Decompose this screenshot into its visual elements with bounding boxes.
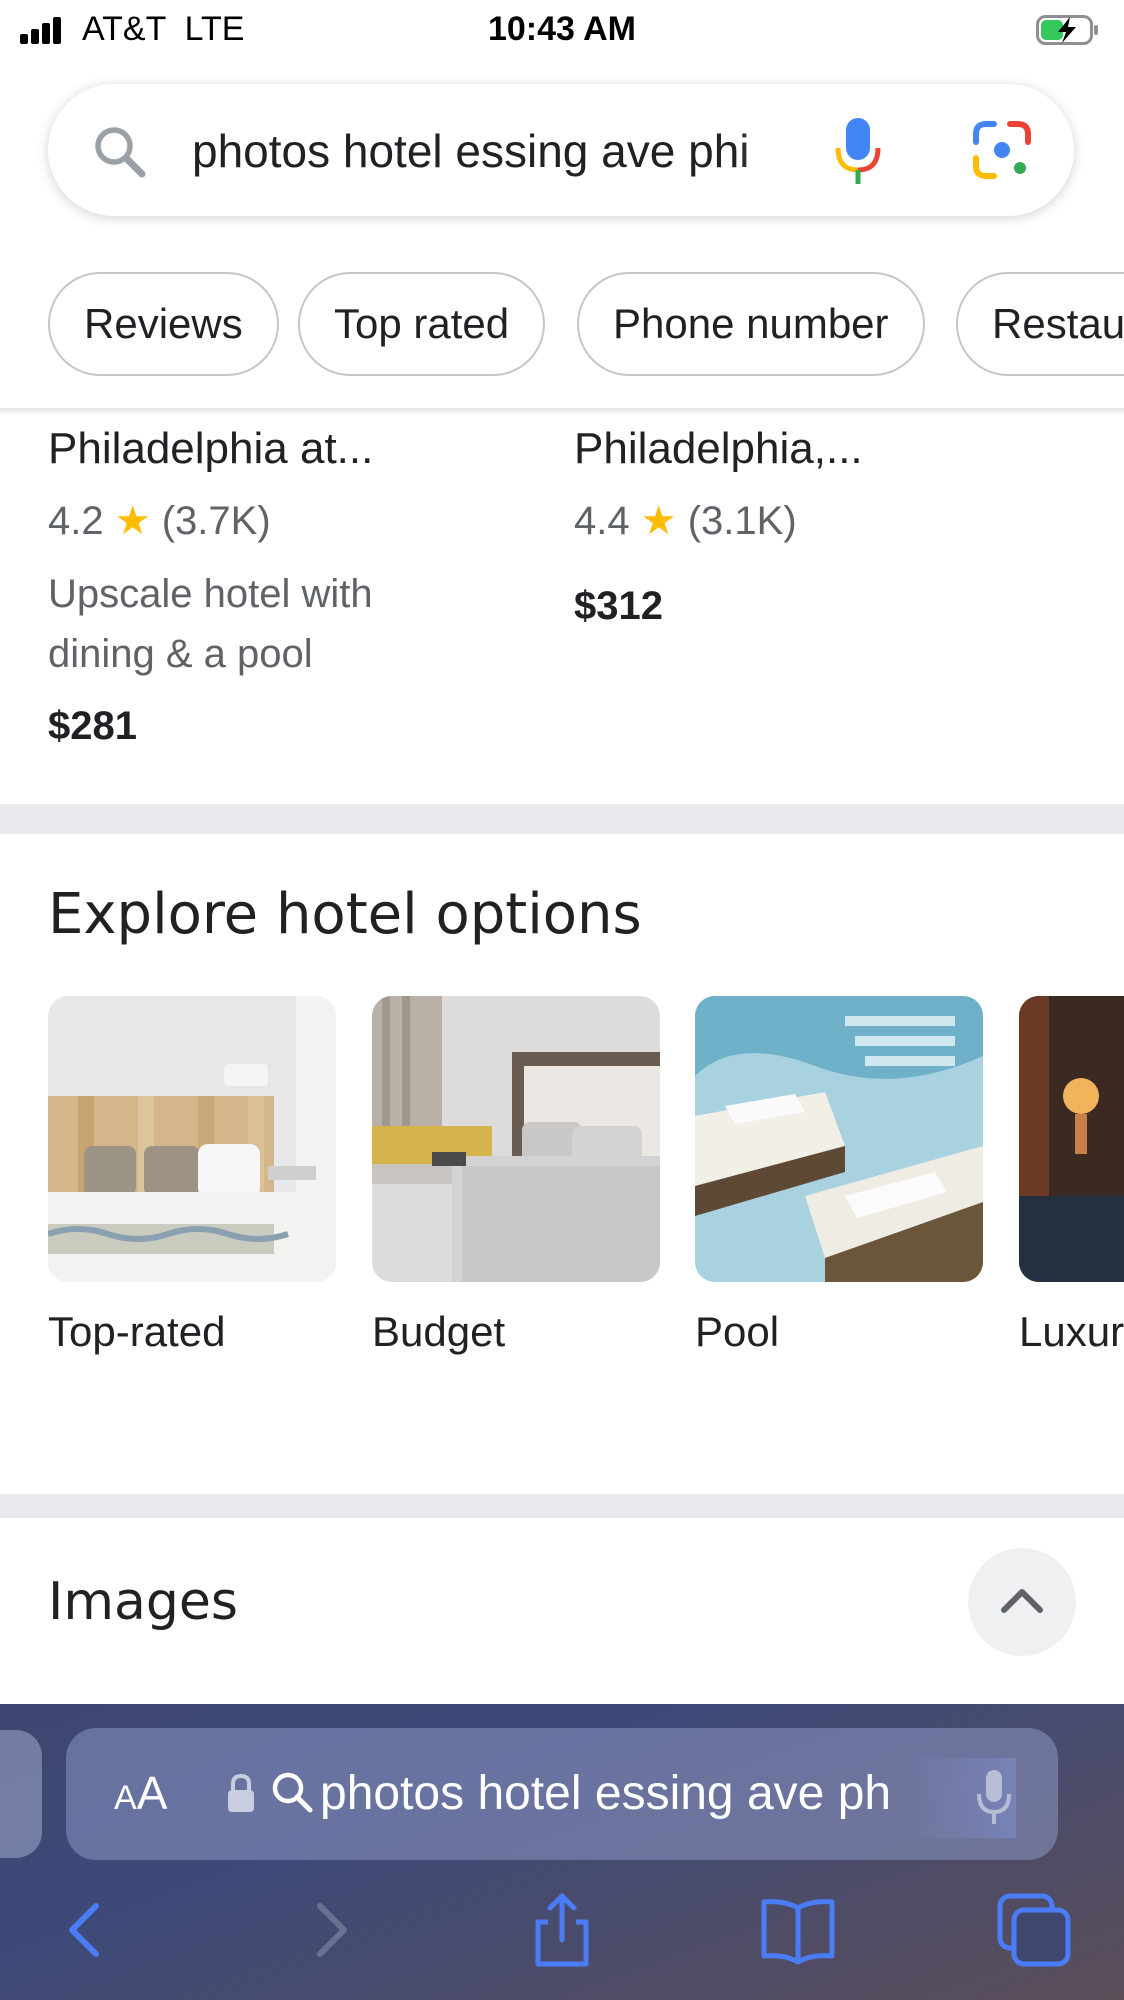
reader-options-button[interactable]: AA [114, 1766, 167, 1820]
rating-value: 4.4 [574, 499, 630, 543]
chevron-up-icon [1001, 1589, 1043, 1613]
address-bar[interactable]: AA photos hotel essing ave ph [66, 1728, 1058, 1860]
search-icon [272, 1772, 313, 1813]
rating-value: 4.2 [48, 499, 104, 543]
chip-phone-number[interactable]: Phone number [577, 272, 925, 376]
filter-chips: Reviews Top rated Phone number Restau [0, 272, 1124, 382]
previous-tab-edge[interactable] [0, 1730, 42, 1858]
hotel-rating: 4.2 ★ (3.7K) [48, 498, 271, 544]
dictation-mic-icon[interactable] [974, 1768, 1014, 1826]
clock: 10:43 AM [487, 10, 637, 48]
share-icon[interactable] [522, 1890, 602, 1970]
budget-room-image[interactable] [372, 996, 660, 1282]
battery-charging-icon [1036, 15, 1098, 45]
hotel-price: $312 [574, 584, 663, 628]
section-divider [0, 1494, 1124, 1518]
review-count: (3.7K) [161, 499, 271, 543]
section-divider [0, 804, 1124, 834]
voice-search-mic-icon[interactable] [832, 116, 884, 188]
tabs-icon[interactable] [994, 1890, 1074, 1970]
scroll-to-top-button[interactable] [968, 1548, 1076, 1656]
search-icon [95, 127, 146, 178]
option-luxury[interactable]: Luxur [1019, 996, 1124, 1355]
option-label[interactable]: Top-rated [48, 1308, 225, 1356]
hotel-description: Upscale hotel with dining & a pool [48, 572, 373, 676]
option-pool[interactable]: Pool [695, 996, 983, 1355]
star-icon: ★ [640, 499, 677, 543]
option-top-rated[interactable]: Top-rated [48, 996, 336, 1355]
address-text[interactable]: photos hotel essing ave ph [320, 1766, 1000, 1826]
search-bar[interactable]: photos hotel essing ave phi [48, 84, 1074, 216]
images-section-title: Images [48, 1572, 238, 1632]
option-label[interactable]: Pool [695, 1308, 779, 1356]
hotel-name[interactable]: Philadelphia,... [574, 424, 863, 474]
option-label[interactable]: Budget [372, 1308, 505, 1356]
google-lens-icon[interactable] [972, 120, 1032, 180]
back-icon[interactable] [46, 1890, 126, 1970]
pool-loungers-image[interactable] [695, 996, 983, 1282]
hotel-rating: 4.4 ★ (3.1K) [574, 498, 797, 544]
option-label[interactable]: Luxur [1019, 1308, 1124, 1356]
forward-icon[interactable] [290, 1890, 370, 1970]
star-icon: ★ [114, 499, 151, 543]
hotel-name[interactable]: Philadelphia at... [48, 424, 373, 474]
safari-bottom-bar: AA photos hotel essing ave ph [0, 1704, 1124, 2000]
search-input[interactable]: photos hotel essing ave phi [192, 124, 832, 180]
chip-restaurants[interactable]: Restau [956, 272, 1124, 376]
option-budget[interactable]: Budget [372, 996, 660, 1355]
hotel-price: $281 [48, 704, 137, 748]
chip-top-rated[interactable]: Top rated [298, 272, 546, 376]
lock-icon [228, 1773, 254, 1812]
bookmarks-icon[interactable] [758, 1890, 838, 1970]
review-count: (3.1K) [687, 499, 797, 543]
top-rated-room-image[interactable] [48, 996, 336, 1282]
explore-section-title: Explore hotel options [48, 882, 642, 947]
chip-reviews[interactable]: Reviews [48, 272, 279, 376]
luxury-room-image[interactable] [1019, 996, 1124, 1282]
status-bar: AT&T LTE 10:43 AM [0, 0, 1124, 62]
